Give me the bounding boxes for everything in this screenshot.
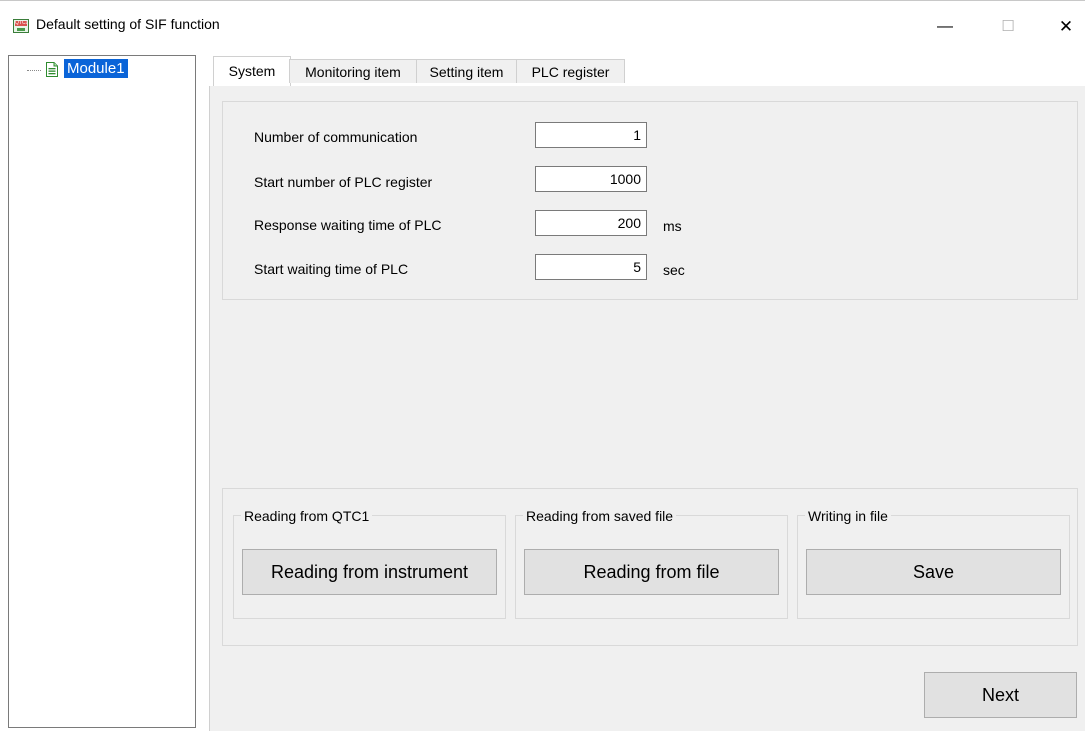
minimize-button[interactable]: — [922,12,968,42]
next-button[interactable]: Next [924,672,1077,718]
tab-plc-register[interactable]: PLC register [516,59,625,83]
save-button[interactable]: Save [806,549,1061,595]
tab-monitoring-item[interactable]: Monitoring item [289,59,417,83]
app-icon-text: QTC1 [15,21,27,26]
module-tree[interactable] [8,55,196,728]
window-title: Default setting of SIF function [36,16,220,32]
unit-sec: sec [663,262,685,278]
reading-from-file-button[interactable]: Reading from file [524,549,779,595]
maximize-button[interactable]: ☐ [985,12,1031,42]
label-start-waiting-time: Start waiting time of PLC [254,261,409,277]
tree-connector [27,70,41,71]
label-response-waiting-time: Response waiting time of PLC [254,217,442,233]
close-button[interactable]: ✕ [1043,12,1085,42]
start-waiting-time-field[interactable]: 5 [535,254,647,280]
legend-reading-from-qtc1: Reading from QTC1 [241,508,373,524]
tab-setting-item[interactable]: Setting item [416,59,517,83]
document-icon [46,62,58,77]
number-of-communication-field[interactable]: 1 [535,122,647,148]
response-waiting-time-field[interactable]: 200 [535,210,647,236]
tab-system[interactable]: System [213,56,291,86]
tree-item-module1[interactable]: Module1 [64,59,128,78]
app-icon: QTC1 [13,19,29,33]
legend-writing-in-file: Writing in file [805,508,891,524]
label-number-of-communication: Number of communication [254,129,418,145]
reading-from-instrument-button[interactable]: Reading from instrument [242,549,497,595]
unit-ms: ms [663,218,682,234]
label-start-number-plc-register: Start number of PLC register [254,174,433,190]
legend-reading-from-saved-file: Reading from saved file [523,508,677,524]
start-number-plc-register-field[interactable]: 1000 [535,166,647,192]
tab-strip: System Monitoring item Setting item PLC … [209,56,1085,86]
app-icon-base [17,28,25,31]
